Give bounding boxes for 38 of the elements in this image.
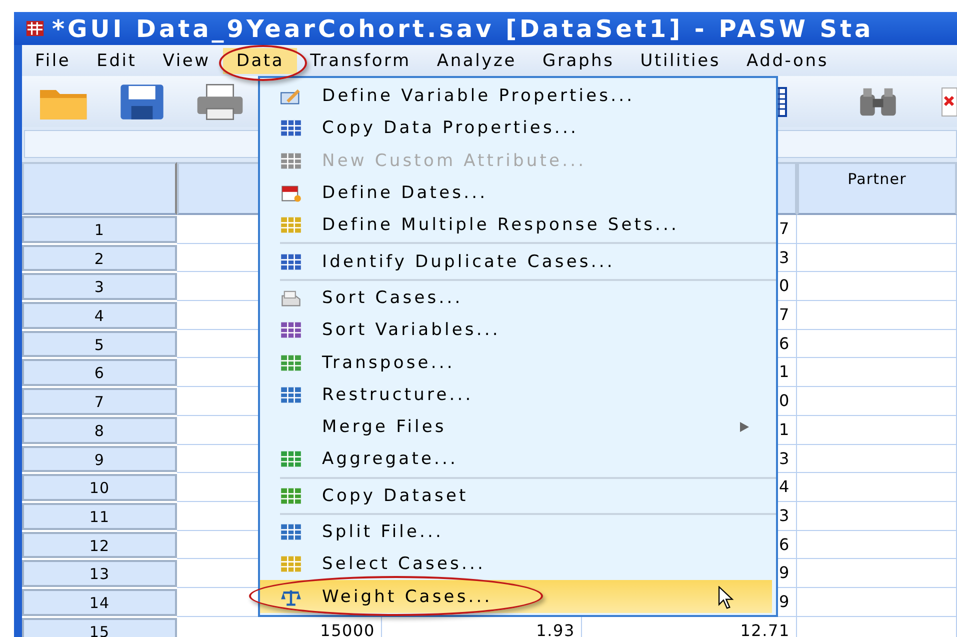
menu-item[interactable]: Transpose... (260, 346, 776, 379)
row-number[interactable]: 11 (22, 502, 177, 530)
menu-item[interactable]: Aggregate... (260, 443, 776, 476)
row-number[interactable]: 7 (22, 388, 177, 415)
menu-item[interactable]: Copy Data Properties... (260, 112, 776, 145)
menu-item[interactable]: Define Dates... (260, 176, 776, 210)
row-number[interactable]: 10 (22, 474, 177, 501)
menu-item[interactable]: Select Cases... (260, 548, 776, 580)
menu-item[interactable]: Transform (297, 48, 424, 74)
menu-item[interactable]: View (150, 48, 224, 74)
row-number[interactable]: 8 (22, 416, 177, 444)
row-number[interactable]: 15 (22, 618, 177, 637)
row-number[interactable]: 12 (22, 532, 177, 558)
window-title: *GUI Data_9YearCohort.sav [DataSet1] - PASW Sta (52, 14, 874, 42)
menu-item[interactable]: Analyze (424, 48, 530, 74)
menu-item[interactable]: Weight Cases... (260, 580, 772, 613)
row-number[interactable]: 1 (22, 216, 177, 243)
row-number[interactable]: 3 (22, 273, 177, 300)
menu-item[interactable]: Restructure... (260, 378, 776, 411)
row-number[interactable]: 6 (22, 359, 177, 386)
column-header[interactable]: Partner (797, 162, 957, 215)
menu-item[interactable]: Edit (84, 48, 150, 74)
menu-item[interactable]: Define Variable Properties... (260, 80, 776, 112)
menu-item[interactable]: Data (223, 48, 298, 74)
row-number[interactable]: 13 (22, 560, 177, 587)
row-number[interactable]: 14 (22, 588, 177, 616)
row-number[interactable]: 4 (22, 302, 177, 329)
menu-item[interactable]: File (22, 48, 84, 74)
menu-item[interactable]: Split File... (260, 516, 776, 548)
menu-item[interactable]: Utilities (627, 48, 734, 74)
row-number[interactable]: 5 (22, 330, 177, 358)
menu-item[interactable]: Sort Cases... (260, 282, 776, 314)
menu-item[interactable]: Graphs (529, 48, 628, 74)
menu-item[interactable]: Add-ons (733, 48, 842, 74)
row-number[interactable]: 9 (22, 446, 177, 472)
menu-item[interactable]: Sort Variables... (260, 314, 776, 346)
menu-item[interactable]: Copy Dataset (260, 480, 776, 512)
row-number[interactable]: 2 (22, 244, 177, 272)
